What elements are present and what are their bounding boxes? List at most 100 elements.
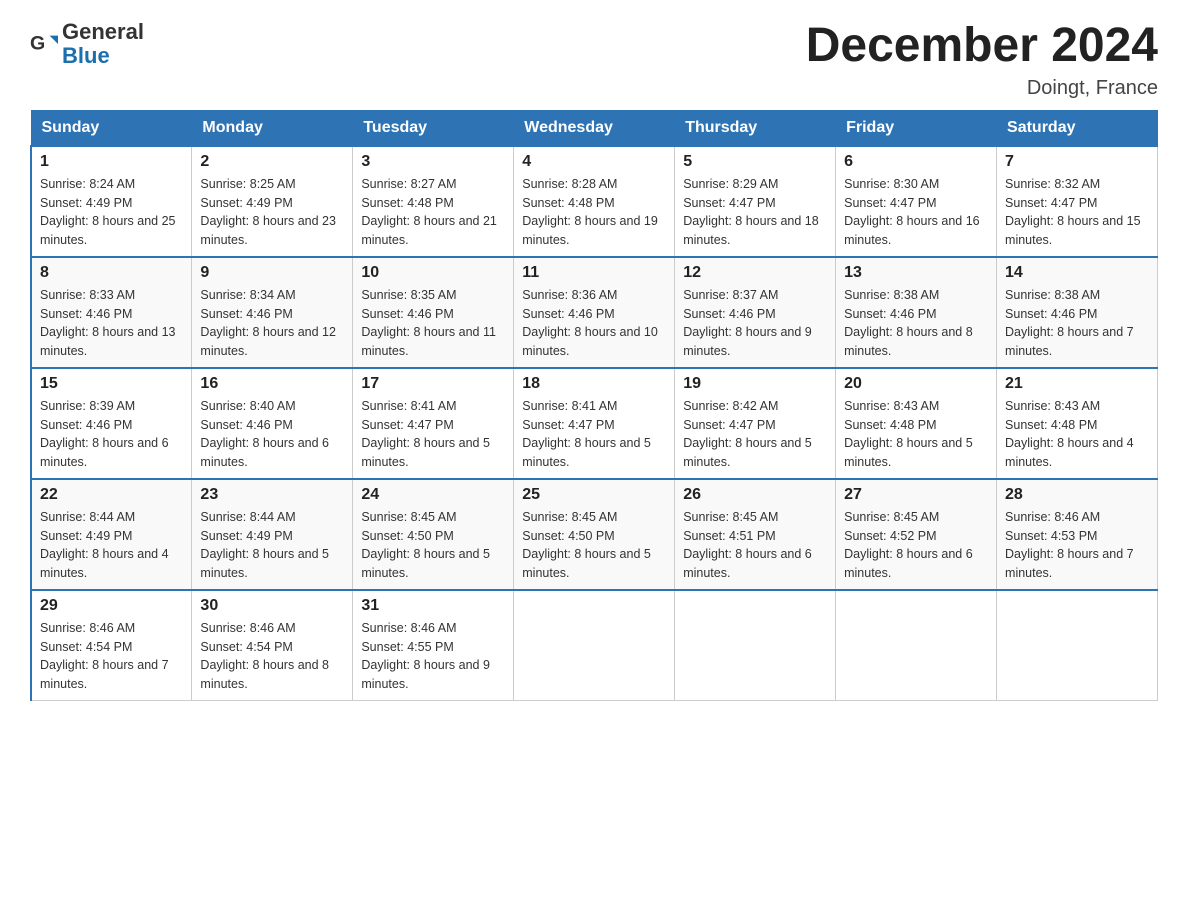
calendar-cell: 20 Sunrise: 8:43 AM Sunset: 4:48 PM Dayl…: [836, 368, 997, 479]
sunrise-label: Sunrise: 8:45 AM: [361, 510, 456, 524]
day-info: Sunrise: 8:38 AM Sunset: 4:46 PM Dayligh…: [844, 286, 988, 361]
daylight-label: Daylight: 8 hours and 9 minutes.: [683, 325, 812, 358]
day-number: 30: [200, 597, 344, 615]
logo-icon: G: [30, 30, 58, 58]
month-title: December 2024: [806, 20, 1158, 73]
day-number: 16: [200, 375, 344, 393]
day-number: 26: [683, 486, 827, 504]
sunset-label: Sunset: 4:54 PM: [40, 640, 132, 654]
sunset-label: Sunset: 4:47 PM: [522, 418, 614, 432]
calendar-week-1: 1 Sunrise: 8:24 AM Sunset: 4:49 PM Dayli…: [31, 146, 1158, 257]
day-info: Sunrise: 8:25 AM Sunset: 4:49 PM Dayligh…: [200, 175, 344, 250]
sunset-label: Sunset: 4:52 PM: [844, 529, 936, 543]
day-number: 11: [522, 264, 666, 282]
sunset-label: Sunset: 4:46 PM: [683, 307, 775, 321]
day-number: 22: [40, 486, 183, 504]
daylight-label: Daylight: 8 hours and 4 minutes.: [1005, 436, 1134, 469]
daylight-label: Daylight: 8 hours and 9 minutes.: [361, 658, 490, 691]
day-number: 23: [200, 486, 344, 504]
calendar-week-4: 22 Sunrise: 8:44 AM Sunset: 4:49 PM Dayl…: [31, 479, 1158, 590]
sunrise-label: Sunrise: 8:46 AM: [40, 621, 135, 635]
sunrise-label: Sunrise: 8:45 AM: [683, 510, 778, 524]
svg-text:G: G: [30, 33, 45, 55]
sunrise-label: Sunrise: 8:43 AM: [844, 399, 939, 413]
calendar-cell: 30 Sunrise: 8:46 AM Sunset: 4:54 PM Dayl…: [192, 590, 353, 701]
day-number: 17: [361, 375, 505, 393]
sunset-label: Sunset: 4:46 PM: [40, 307, 132, 321]
day-number: 31: [361, 597, 505, 615]
day-number: 21: [1005, 375, 1149, 393]
sunset-label: Sunset: 4:50 PM: [361, 529, 453, 543]
day-number: 29: [40, 597, 183, 615]
sunset-label: Sunset: 4:48 PM: [361, 196, 453, 210]
daylight-label: Daylight: 8 hours and 12 minutes.: [200, 325, 336, 358]
day-number: 18: [522, 375, 666, 393]
calendar-cell: 5 Sunrise: 8:29 AM Sunset: 4:47 PM Dayli…: [675, 146, 836, 257]
calendar-cell: [997, 590, 1158, 701]
logo-general-text: General: [62, 20, 144, 44]
sunrise-label: Sunrise: 8:33 AM: [40, 288, 135, 302]
sunrise-label: Sunrise: 8:39 AM: [40, 399, 135, 413]
day-number: 3: [361, 153, 505, 171]
title-section: December 2024 Doingt, France: [806, 20, 1158, 100]
sunset-label: Sunset: 4:47 PM: [683, 196, 775, 210]
col-friday: Friday: [836, 110, 997, 146]
day-info: Sunrise: 8:24 AM Sunset: 4:49 PM Dayligh…: [40, 175, 183, 250]
sunrise-label: Sunrise: 8:27 AM: [361, 177, 456, 191]
daylight-label: Daylight: 8 hours and 5 minutes.: [361, 547, 490, 580]
day-info: Sunrise: 8:29 AM Sunset: 4:47 PM Dayligh…: [683, 175, 827, 250]
sunrise-label: Sunrise: 8:38 AM: [844, 288, 939, 302]
calendar-cell: 9 Sunrise: 8:34 AM Sunset: 4:46 PM Dayli…: [192, 257, 353, 368]
daylight-label: Daylight: 8 hours and 10 minutes.: [522, 325, 658, 358]
daylight-label: Daylight: 8 hours and 5 minutes.: [522, 436, 651, 469]
daylight-label: Daylight: 8 hours and 15 minutes.: [1005, 214, 1141, 247]
sunrise-label: Sunrise: 8:45 AM: [522, 510, 617, 524]
day-number: 24: [361, 486, 505, 504]
sunset-label: Sunset: 4:48 PM: [844, 418, 936, 432]
day-info: Sunrise: 8:41 AM Sunset: 4:47 PM Dayligh…: [522, 397, 666, 472]
day-info: Sunrise: 8:38 AM Sunset: 4:46 PM Dayligh…: [1005, 286, 1149, 361]
day-info: Sunrise: 8:45 AM Sunset: 4:52 PM Dayligh…: [844, 508, 988, 583]
calendar-cell: 16 Sunrise: 8:40 AM Sunset: 4:46 PM Dayl…: [192, 368, 353, 479]
sunset-label: Sunset: 4:47 PM: [361, 418, 453, 432]
col-sunday: Sunday: [31, 110, 192, 146]
day-number: 7: [1005, 153, 1149, 171]
sunset-label: Sunset: 4:49 PM: [200, 196, 292, 210]
calendar-cell: 4 Sunrise: 8:28 AM Sunset: 4:48 PM Dayli…: [514, 146, 675, 257]
header-row: Sunday Monday Tuesday Wednesday Thursday…: [31, 110, 1158, 146]
calendar-cell: [836, 590, 997, 701]
sunset-label: Sunset: 4:47 PM: [844, 196, 936, 210]
daylight-label: Daylight: 8 hours and 5 minutes.: [361, 436, 490, 469]
sunrise-label: Sunrise: 8:34 AM: [200, 288, 295, 302]
calendar-cell: 23 Sunrise: 8:44 AM Sunset: 4:49 PM Dayl…: [192, 479, 353, 590]
sunset-label: Sunset: 4:46 PM: [1005, 307, 1097, 321]
calendar-cell: 13 Sunrise: 8:38 AM Sunset: 4:46 PM Dayl…: [836, 257, 997, 368]
sunrise-label: Sunrise: 8:35 AM: [361, 288, 456, 302]
day-number: 10: [361, 264, 505, 282]
sunset-label: Sunset: 4:49 PM: [200, 529, 292, 543]
day-number: 2: [200, 153, 344, 171]
calendar-cell: 14 Sunrise: 8:38 AM Sunset: 4:46 PM Dayl…: [997, 257, 1158, 368]
sunset-label: Sunset: 4:49 PM: [40, 529, 132, 543]
sunrise-label: Sunrise: 8:32 AM: [1005, 177, 1100, 191]
calendar-cell: 24 Sunrise: 8:45 AM Sunset: 4:50 PM Dayl…: [353, 479, 514, 590]
calendar-cell: [514, 590, 675, 701]
day-info: Sunrise: 8:34 AM Sunset: 4:46 PM Dayligh…: [200, 286, 344, 361]
calendar-cell: 6 Sunrise: 8:30 AM Sunset: 4:47 PM Dayli…: [836, 146, 997, 257]
sunrise-label: Sunrise: 8:24 AM: [40, 177, 135, 191]
calendar-week-2: 8 Sunrise: 8:33 AM Sunset: 4:46 PM Dayli…: [31, 257, 1158, 368]
sunrise-label: Sunrise: 8:46 AM: [361, 621, 456, 635]
daylight-label: Daylight: 8 hours and 6 minutes.: [844, 547, 973, 580]
sunset-label: Sunset: 4:48 PM: [522, 196, 614, 210]
calendar-cell: 31 Sunrise: 8:46 AM Sunset: 4:55 PM Dayl…: [353, 590, 514, 701]
sunset-label: Sunset: 4:47 PM: [683, 418, 775, 432]
daylight-label: Daylight: 8 hours and 6 minutes.: [683, 547, 812, 580]
day-number: 9: [200, 264, 344, 282]
calendar-cell: 10 Sunrise: 8:35 AM Sunset: 4:46 PM Dayl…: [353, 257, 514, 368]
sunrise-label: Sunrise: 8:30 AM: [844, 177, 939, 191]
day-info: Sunrise: 8:42 AM Sunset: 4:47 PM Dayligh…: [683, 397, 827, 472]
calendar-body: 1 Sunrise: 8:24 AM Sunset: 4:49 PM Dayli…: [31, 146, 1158, 701]
daylight-label: Daylight: 8 hours and 5 minutes.: [522, 547, 651, 580]
daylight-label: Daylight: 8 hours and 23 minutes.: [200, 214, 336, 247]
day-number: 12: [683, 264, 827, 282]
